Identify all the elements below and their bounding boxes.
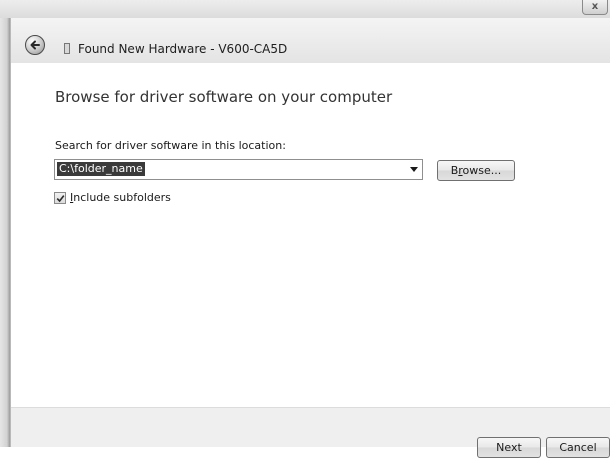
close-button[interactable]: x — [582, 0, 608, 15]
wizard-footer: Next Cancel — [11, 407, 610, 458]
search-location-value[interactable]: C:\folder_name — [57, 162, 145, 176]
chevron-down-icon[interactable] — [410, 167, 418, 172]
include-subfolders-text: nclude subfolders — [73, 191, 171, 204]
search-location-label: Search for driver software in this locat… — [55, 139, 286, 152]
cancel-button[interactable]: Cancel — [546, 437, 610, 458]
search-location-combobox[interactable]: C:\folder_name — [54, 159, 423, 180]
include-subfolders-label[interactable]: Include subfolders — [70, 191, 171, 204]
browse-button[interactable]: Browse... — [437, 160, 515, 181]
close-icon: x — [591, 1, 599, 12]
include-subfolders-checkbox[interactable] — [54, 192, 66, 204]
window-title: Found New Hardware - V600-CA5D — [78, 42, 288, 56]
next-button[interactable]: Next — [477, 437, 541, 458]
page-heading: Browse for driver software on your compu… — [55, 88, 393, 106]
back-arrow-icon — [30, 40, 40, 50]
window-titlebar[interactable]: x — [0, 0, 610, 18]
checkmark-icon — [56, 195, 65, 203]
wizard-client-area: Found New Hardware - V600-CA5D Browse fo… — [10, 18, 610, 458]
wizard-header: Found New Hardware - V600-CA5D — [11, 18, 610, 63]
browse-label-suffix: owse... — [462, 164, 502, 177]
usb-device-icon — [64, 43, 70, 54]
window-frame-left — [0, 0, 10, 447]
back-button[interactable] — [25, 35, 45, 55]
